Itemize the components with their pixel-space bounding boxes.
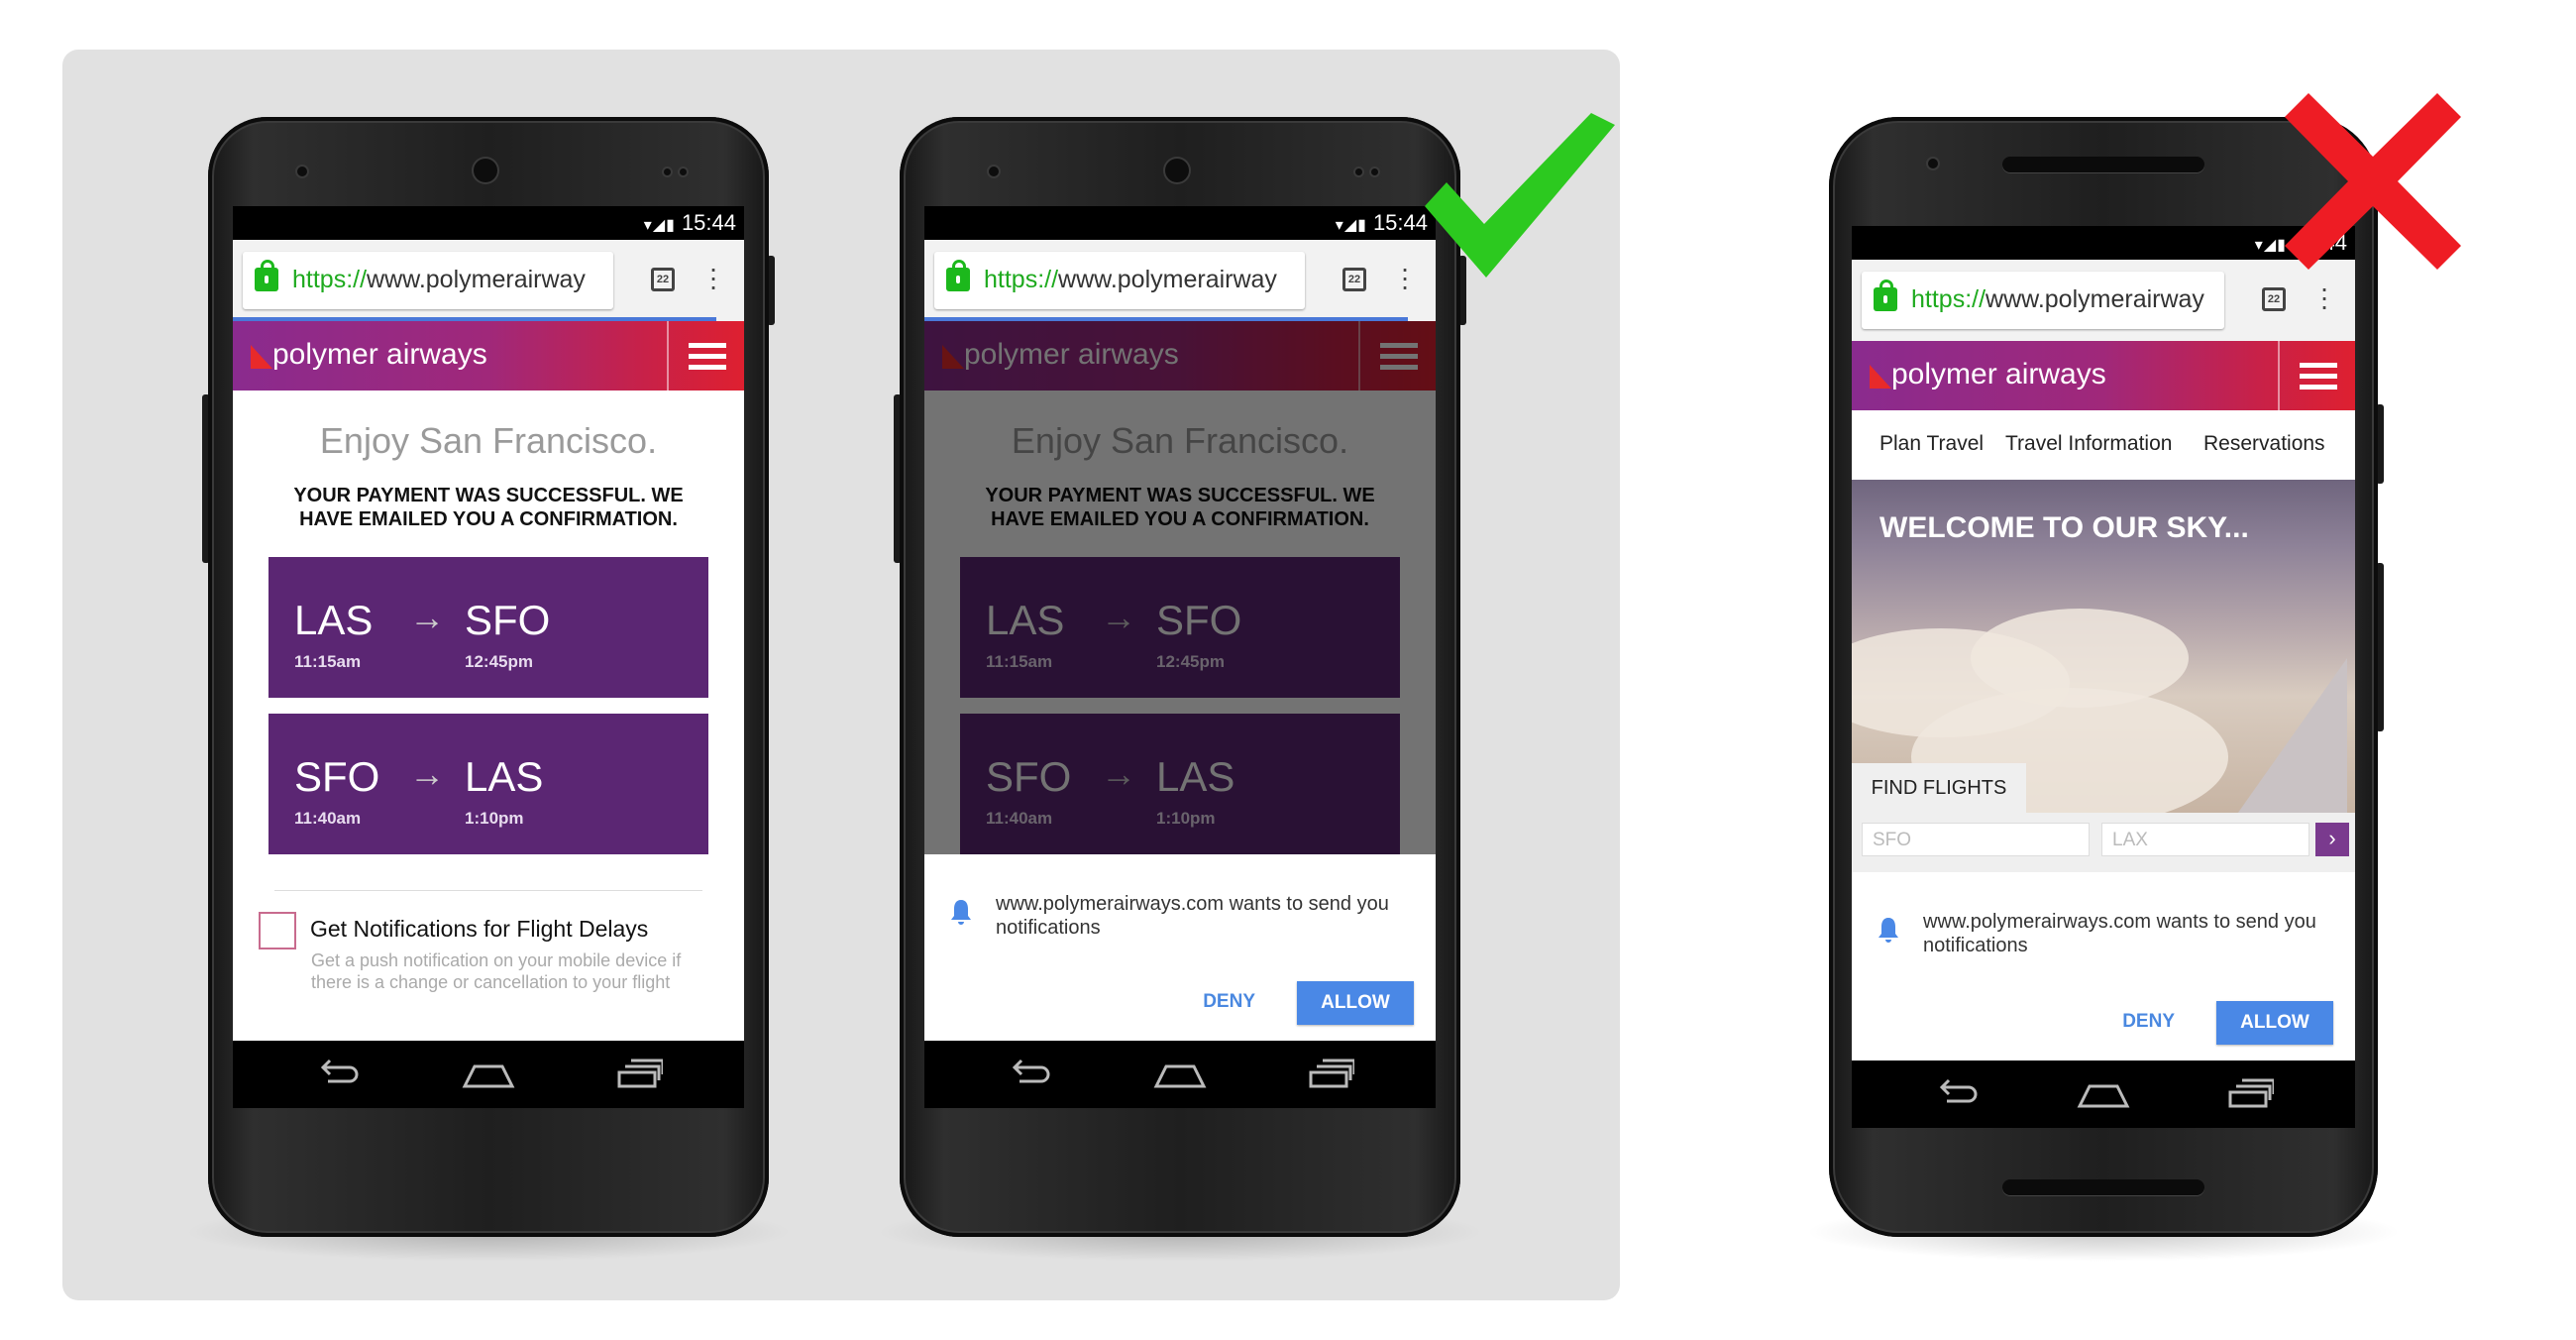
home-icon[interactable]: [461, 1062, 516, 1088]
arrival-time: 12:45pm: [465, 652, 533, 671]
lock-icon: [255, 260, 278, 291]
url-bar[interactable]: https://www.polymerairway: [243, 252, 613, 309]
recent-apps-icon[interactable]: [617, 1059, 663, 1088]
tab-switcher-button[interactable]: 22: [2262, 287, 2286, 311]
from-input[interactable]: SFO: [1862, 823, 2090, 856]
bell-icon: [951, 900, 971, 925]
hero-headline: WELCOME TO OUR SKY...: [1879, 511, 2249, 544]
speaker-grille: [2002, 157, 2204, 172]
url-text: https://www.polymerairway: [984, 266, 1277, 293]
site-brand[interactable]: polymer airways: [272, 338, 487, 372]
url-bar[interactable]: https://www.polymerairway: [934, 252, 1305, 309]
hero-image: WELCOME TO OUR SKY... FIND FLIGHTS: [1852, 480, 2355, 813]
notification-permission-prompt: www.polymerairways.com wants to send you…: [924, 854, 1436, 1041]
phone-notification-prompt-good: ▾◢▮ 15:44 https://www.polymerairway 22 · ·…: [875, 117, 1485, 1262]
screen: ▾◢▮15:44 https://www.polymerairway 22 ··…: [1852, 226, 2355, 1128]
flight-destination: LAS: [465, 753, 544, 800]
site-header: polymer airways: [233, 321, 744, 391]
departure-time: 11:15am: [294, 652, 362, 671]
flight-card[interactable]: LAS → SFO 11:15am 12:45pm: [268, 557, 708, 698]
sensor-icon: [1928, 159, 1938, 168]
notifications-description: Get a push notification on your mobile d…: [311, 950, 682, 992]
sensor-icon: [989, 167, 999, 176]
payment-confirmation: YOUR PAYMENT WAS SUCCESSFUL. WEHAVE EMAI…: [293, 485, 684, 530]
phone-payment-page: ▾◢▮ 15:44 https://www.polymerairway 22 · ·…: [183, 117, 794, 1262]
tab-switcher-button[interactable]: 22: [651, 268, 675, 291]
page-content: Enjoy San Francisco. YOUR PAYMENT WAS SU…: [233, 391, 744, 1041]
flight-origin: SFO: [294, 753, 380, 800]
airplane-wing: [2228, 658, 2347, 813]
arrival-time: 1:10pm: [465, 809, 524, 828]
departure-time: 11:40am: [294, 809, 362, 828]
prompt-message: www.polymerairways.com wants to send you…: [1923, 911, 2316, 956]
status-time: 15:44: [681, 210, 736, 235]
back-icon[interactable]: [320, 1057, 360, 1084]
speaker-grille: [2002, 1179, 2204, 1195]
signal-icons: ▾◢▮: [1335, 217, 1367, 234]
recent-apps-icon[interactable]: [2228, 1078, 2274, 1108]
overflow-menu-icon[interactable]: · · ·: [708, 255, 718, 300]
search-go-button[interactable]: ›: [2315, 823, 2349, 856]
android-nav-bar: [924, 1041, 1436, 1108]
url-text: https://www.polymerairway: [1911, 285, 2204, 313]
front-camera-icon: [474, 159, 497, 182]
tab-switcher-button[interactable]: 22: [1342, 268, 1366, 291]
overflow-menu-icon[interactable]: · · ·: [1400, 255, 1410, 300]
prompt-message: www.polymerairways.com wants to send you…: [996, 893, 1389, 939]
nav-plan-travel[interactable]: Plan Travel: [1879, 432, 1984, 456]
logo-icon: [251, 345, 272, 369]
notifications-label: Get Notifications for Flight Delays: [310, 916, 649, 942]
nav-travel-information[interactable]: Travel Information: [2005, 432, 2172, 456]
cross-icon: [2285, 93, 2461, 270]
home-icon[interactable]: [1152, 1062, 1208, 1088]
deny-button[interactable]: DENY: [2122, 1011, 2175, 1033]
sensor-icon: [297, 167, 307, 176]
find-flights-tab[interactable]: FIND FLIGHTS: [1852, 763, 2026, 813]
status-bar: ▾◢▮ 15:44: [233, 206, 744, 240]
notifications-checkbox[interactable]: [259, 912, 296, 949]
browser-toolbar: https://www.polymerairway 22 · · ·: [233, 240, 744, 321]
browser-toolbar: https://www.polymerairway 22 · · ·: [924, 240, 1436, 321]
logo-icon: [1870, 365, 1891, 389]
arrow-right-icon: →: [409, 753, 445, 794]
page-title: Enjoy San Francisco.: [319, 420, 658, 461]
home-icon[interactable]: [2076, 1082, 2131, 1108]
bell-icon: [1878, 918, 1898, 943]
phone-notification-prompt-bad: ▾◢▮15:44 https://www.polymerairway 22 ··…: [1804, 117, 2403, 1262]
recent-apps-icon[interactable]: [1309, 1059, 1354, 1088]
flight-card[interactable]: SFO → LAS 11:40am 1:10pm: [268, 714, 708, 854]
signal-icons: ▾◢▮: [643, 217, 676, 234]
android-nav-bar: [1852, 1061, 2355, 1128]
allow-button[interactable]: ALLOW: [1297, 981, 1414, 1025]
flight-destination: SFO: [465, 597, 551, 643]
site-nav: Plan Travel Travel Information Reservati…: [1852, 410, 2355, 481]
back-icon[interactable]: [1939, 1076, 1979, 1104]
allow-button[interactable]: ALLOW: [2216, 1001, 2333, 1045]
screen: ▾◢▮15:44 https://www.polymerairway 22 ··…: [924, 206, 1436, 1108]
checkmark-icon: [1425, 113, 1615, 278]
back-icon[interactable]: [1012, 1057, 1051, 1084]
flight-origin: LAS: [294, 597, 374, 643]
deny-button[interactable]: DENY: [1203, 991, 1255, 1013]
screen: ▾◢▮ 15:44 https://www.polymerairway 22 ··…: [233, 206, 744, 1108]
arrow-right-icon: →: [409, 597, 445, 637]
android-nav-bar: [233, 1041, 744, 1108]
url-text: https://www.polymerairway: [292, 266, 586, 293]
overflow-menu-icon[interactable]: · · ·: [2319, 275, 2329, 320]
lock-icon: [1874, 279, 1897, 311]
status-bar: ▾◢▮15:44: [924, 206, 1436, 240]
site-brand[interactable]: polymer airways: [1891, 358, 2106, 391]
to-input[interactable]: LAX: [2101, 823, 2309, 856]
front-camera-icon: [1165, 159, 1189, 182]
hamburger-menu-icon[interactable]: [667, 321, 744, 391]
lock-icon: [946, 260, 970, 291]
notification-permission-prompt: www.polymerairways.com wants to send you…: [1852, 872, 2355, 1061]
url-bar[interactable]: https://www.polymerairway: [1862, 272, 2224, 329]
nav-reservations[interactable]: Reservations: [2203, 432, 2325, 456]
hamburger-menu-icon[interactable]: [2278, 341, 2355, 410]
site-header: polymer airways: [1852, 341, 2355, 410]
